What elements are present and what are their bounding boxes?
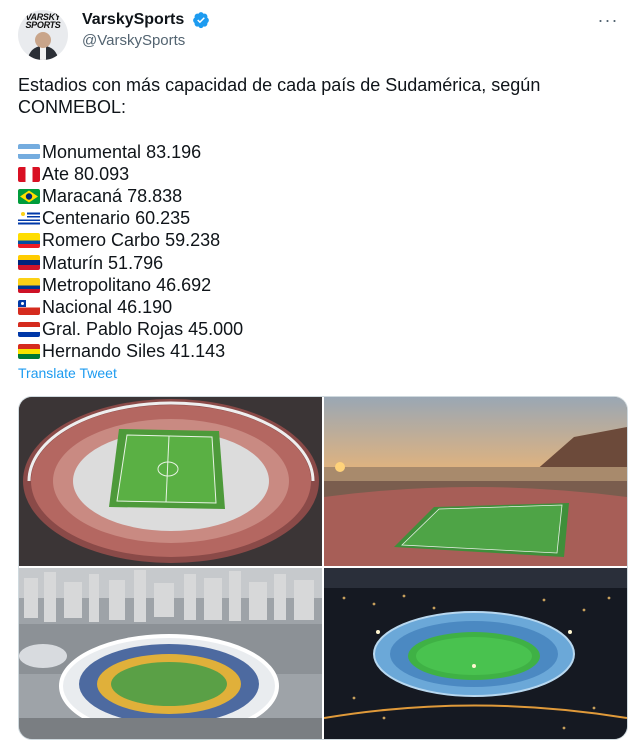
tweet-header: VARSKY SPORTS VarskySports @VarskySports … xyxy=(18,10,622,60)
list-item: Maracaná 78.838 xyxy=(18,185,622,207)
uruguay-flag-icon xyxy=(18,210,40,226)
list-item: Ate 80.093 xyxy=(18,163,622,185)
stadium-name: Maracaná xyxy=(42,186,123,207)
tweet-intro: Estadios con más capacidad de cada país … xyxy=(18,75,541,118)
stadium-capacity: 51.796 xyxy=(108,252,164,273)
stadium-name: Nacional xyxy=(42,297,113,318)
stadium-capacity: 83.196 xyxy=(146,141,202,162)
stadium-night-photo[interactable] xyxy=(324,568,627,739)
list-item: Romero Carbo 59.238 xyxy=(18,230,622,252)
peru-flag-icon xyxy=(18,166,40,182)
list-item: Gral. Pablo Rojas 45.000 xyxy=(18,318,622,340)
stadium-capacity: 59.238 xyxy=(165,230,221,251)
stadium-name: Metropolitano xyxy=(42,274,152,295)
media-grid xyxy=(18,396,628,740)
stadium-aerial-photo[interactable] xyxy=(19,397,322,566)
stadium-name: Maturín xyxy=(42,252,104,273)
stadium-capacity: 60.235 xyxy=(135,208,191,229)
argentina-flag-icon xyxy=(18,144,40,160)
verified-badge-icon xyxy=(192,12,209,29)
stadium-name: Romero Carbo xyxy=(42,230,161,251)
list-item: Maturín 51.796 xyxy=(18,252,622,274)
venezuela-flag-icon xyxy=(18,255,40,271)
more-options-icon[interactable]: ··· xyxy=(594,10,622,34)
stadium-capacity: 41.143 xyxy=(170,341,226,362)
stadium-name: Hernando Siles xyxy=(42,341,166,362)
list-item: Hernando Siles 41.143 xyxy=(18,341,622,363)
stadium-capacity: 46.692 xyxy=(156,274,212,295)
list-item: Monumental 83.196 xyxy=(18,141,622,163)
stadium-name: Gral. Pablo Rojas xyxy=(42,319,184,340)
stadium-name: Monumental xyxy=(42,141,142,162)
chile-flag-icon xyxy=(18,299,40,315)
avatar-brand-text: VARSKY SPORTS xyxy=(25,12,61,30)
stadium-capacity: 78.838 xyxy=(127,186,183,207)
avatar-face xyxy=(35,32,51,48)
author-info: VarskySports @VarskySports xyxy=(82,11,210,49)
handle[interactable]: @VarskySports xyxy=(82,32,210,49)
stadium-city-photo[interactable] xyxy=(19,568,322,739)
paraguay-flag-icon xyxy=(18,321,40,337)
bolivia-flag-icon xyxy=(18,344,40,360)
stadium-name: Ate xyxy=(42,163,70,184)
stadium-capacity: 45.000 xyxy=(188,319,244,340)
ecuador-flag-icon xyxy=(18,233,40,249)
avatar-shirt xyxy=(40,46,46,60)
list-item: Nacional 46.190 xyxy=(18,296,622,318)
tweet-text: Estadios con más capacidad de cada país … xyxy=(18,74,622,363)
brazil-flag-icon xyxy=(18,188,40,204)
display-name[interactable]: VarskySports xyxy=(82,11,184,29)
stadium-name: Centenario xyxy=(42,208,131,229)
stadium-capacity: 46.190 xyxy=(117,297,173,318)
list-item: Metropolitano 46.692 xyxy=(18,274,622,296)
list-item: Centenario 60.235 xyxy=(18,207,622,229)
translate-tweet-link[interactable]: Translate Tweet xyxy=(18,365,117,381)
colombia-flag-icon xyxy=(18,277,40,293)
avatar[interactable]: VARSKY SPORTS xyxy=(18,10,68,60)
stadium-capacity: 80.093 xyxy=(74,163,130,184)
stadium-sunset-photo[interactable] xyxy=(324,397,627,566)
